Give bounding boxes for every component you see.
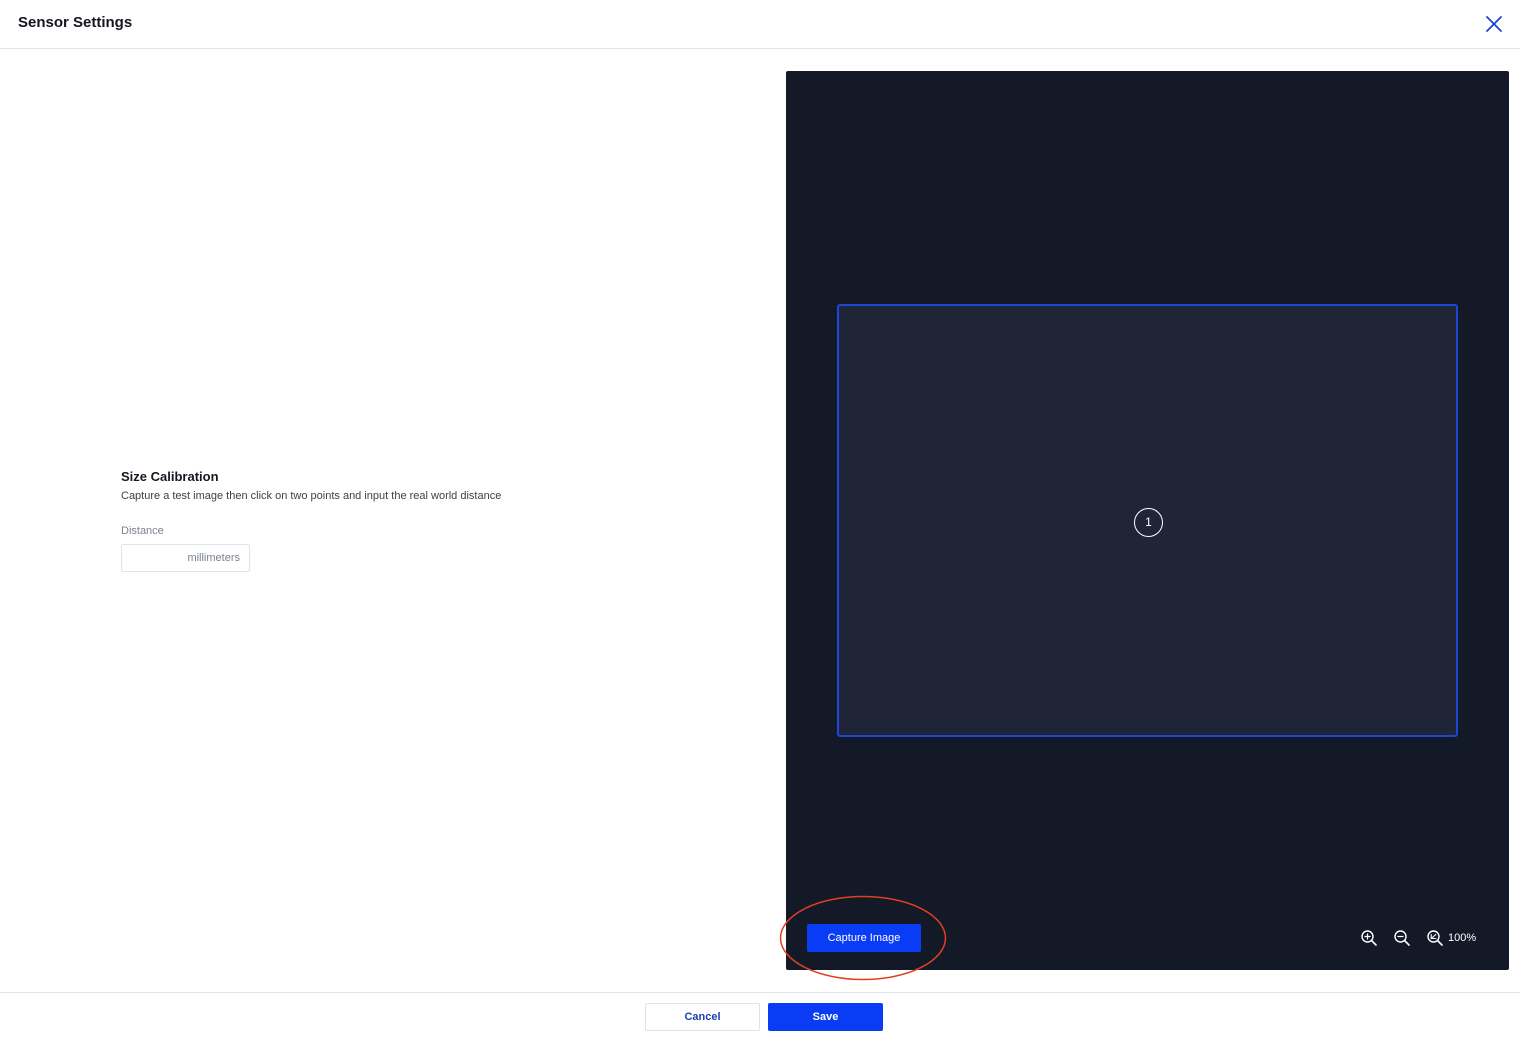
image-viewer[interactable]: 1 Capture Image 100% <box>786 71 1509 970</box>
dialog-header: Sensor Settings <box>0 0 1520 49</box>
zoom-level: 100% <box>1448 932 1477 944</box>
zoom-reset-icon[interactable] <box>1426 929 1444 947</box>
section-description: Capture a test image then click on two p… <box>121 490 502 502</box>
zoom-out-icon[interactable] <box>1393 929 1411 947</box>
save-button[interactable]: Save <box>768 1003 883 1031</box>
zoom-controls: 100% <box>1360 929 1476 947</box>
size-calibration-section: Size Calibration Capture a test image th… <box>121 469 681 572</box>
distance-label: Distance <box>121 525 164 537</box>
dialog-title: Sensor Settings <box>18 14 133 31</box>
distance-unit-label: millimeters <box>187 552 240 564</box>
zoom-in-icon[interactable] <box>1360 929 1378 947</box>
region-of-interest[interactable]: 1 <box>837 304 1458 737</box>
dialog-footer: Cancel Save <box>0 992 1520 1038</box>
close-button[interactable] <box>1482 12 1506 36</box>
capture-image-button[interactable]: Capture Image <box>807 924 921 952</box>
cancel-button[interactable]: Cancel <box>645 1003 760 1031</box>
section-title: Size Calibration <box>121 469 219 484</box>
distance-field[interactable]: millimeters <box>121 544 250 572</box>
distance-input[interactable] <box>122 545 178 571</box>
close-icon <box>1486 16 1502 32</box>
roi-marker[interactable]: 1 <box>1134 508 1163 537</box>
